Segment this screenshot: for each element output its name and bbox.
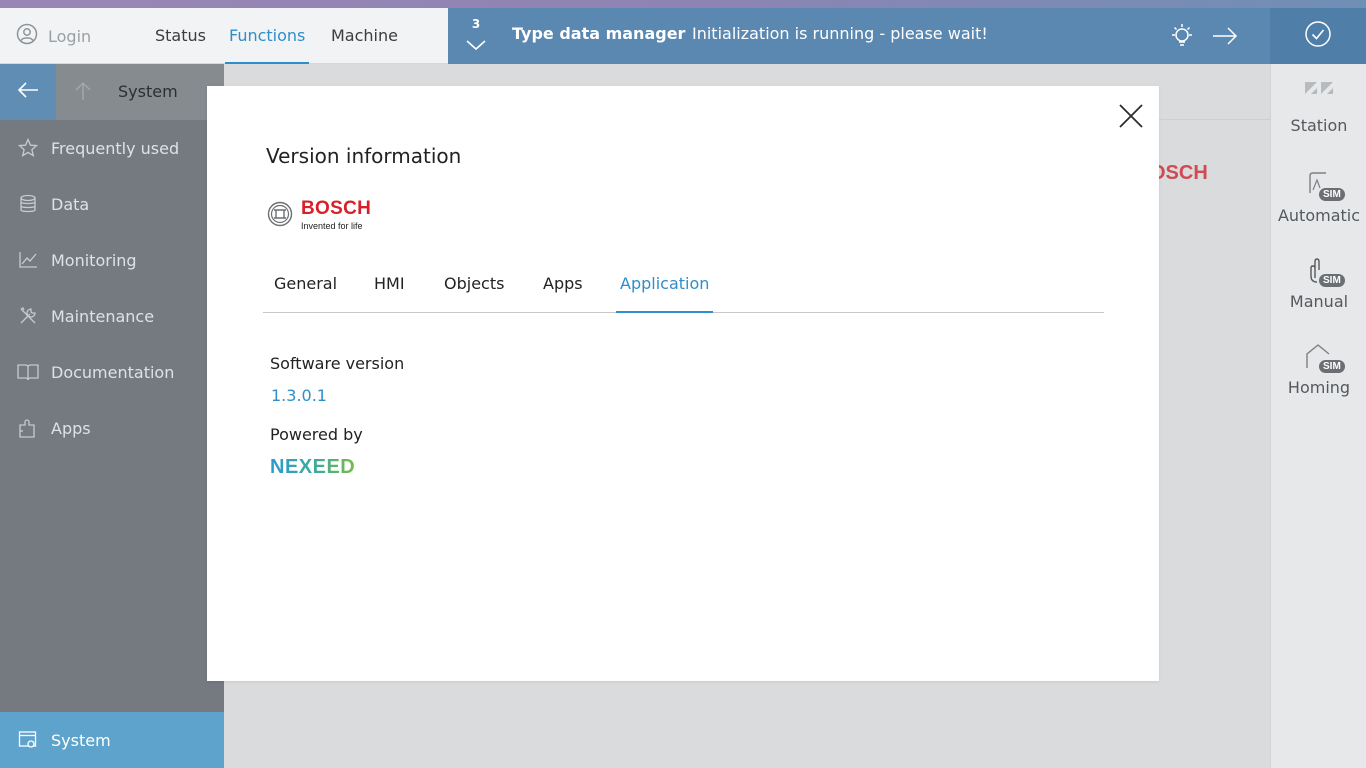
dialog-tabs: General HMI Objects Apps Application bbox=[263, 266, 1104, 313]
notification-title: Type data manager bbox=[512, 24, 686, 43]
close-icon bbox=[1117, 104, 1145, 134]
arrow-left-icon bbox=[16, 80, 40, 104]
star-icon bbox=[0, 138, 51, 158]
breadcrumb: System bbox=[56, 64, 224, 120]
station-icon bbox=[1271, 80, 1366, 116]
tab-apps[interactable]: Apps bbox=[539, 266, 587, 313]
tab-general[interactable]: General bbox=[270, 266, 341, 313]
chevron-down-icon[interactable] bbox=[465, 36, 487, 55]
mode-label: Manual bbox=[1289, 292, 1349, 311]
arrow-right-icon[interactable] bbox=[1210, 23, 1240, 53]
bosch-logo: BOSCH Invented for life bbox=[267, 198, 372, 231]
logo-tagline: Invented for life bbox=[301, 221, 363, 231]
mode-manual[interactable]: SIM Manual bbox=[1271, 256, 1366, 311]
mode-panel: Station SIM Automatic SIM Manual SIM Hom… bbox=[1270, 64, 1366, 768]
check-circle-icon bbox=[1304, 20, 1332, 52]
mode-label: Station bbox=[1290, 116, 1348, 135]
close-button[interactable] bbox=[1117, 102, 1145, 130]
login-button[interactable]: Login bbox=[16, 23, 92, 49]
notification-message: Initialization is running - please wait! bbox=[692, 24, 988, 43]
top-nav: Login Status Functions Machine bbox=[0, 8, 448, 64]
back-button[interactable] bbox=[0, 64, 56, 120]
sim-badge: SIM bbox=[1319, 188, 1345, 201]
tab-machine[interactable]: Machine bbox=[327, 8, 402, 64]
chart-icon bbox=[0, 251, 51, 269]
sidebar-item-apps[interactable]: Apps bbox=[0, 400, 224, 456]
sidebar-item-label: Data bbox=[51, 194, 90, 214]
tab-objects[interactable]: Objects bbox=[440, 266, 508, 313]
top-bar: Login Status Functions Machine 3 Type da… bbox=[0, 8, 1366, 64]
mode-automatic[interactable]: SIM Automatic bbox=[1271, 170, 1366, 225]
sidebar-item-documentation[interactable]: Documentation bbox=[0, 344, 224, 400]
book-icon bbox=[0, 363, 51, 381]
sidebar-item-label: Maintenance bbox=[51, 306, 155, 326]
sidebar: System Frequently used Data Monitoring M… bbox=[0, 64, 224, 768]
sidebar-item-data[interactable]: Data bbox=[0, 176, 224, 232]
tab-status[interactable]: Status bbox=[151, 8, 210, 64]
tools-icon bbox=[0, 306, 51, 326]
mode-label: Automatic bbox=[1277, 206, 1361, 225]
user-icon bbox=[16, 23, 38, 49]
sidebar-item-maintenance[interactable]: Maintenance bbox=[0, 288, 224, 344]
database-icon bbox=[0, 194, 51, 214]
puzzle-icon bbox=[0, 417, 51, 439]
sidebar-item-label: Documentation bbox=[51, 362, 175, 382]
powered-by-label: Powered by bbox=[270, 425, 363, 444]
logo-wordmark: BOSCH bbox=[301, 198, 372, 219]
version-info-dialog: Version information BOSCH Invented for l… bbox=[207, 86, 1159, 681]
sim-badge: SIM bbox=[1319, 360, 1345, 373]
nexeed-logo: NEXEED bbox=[270, 456, 356, 478]
tab-hmi[interactable]: HMI bbox=[370, 266, 409, 313]
home-icon: SIM bbox=[1271, 342, 1366, 378]
arrow-up-icon[interactable] bbox=[72, 80, 94, 106]
notification-bar[interactable]: 3 Type data manager Initialization is ru… bbox=[448, 8, 1270, 64]
sidebar-item-frequently-used[interactable]: Frequently used bbox=[0, 120, 224, 176]
sim-badge: SIM bbox=[1319, 274, 1345, 287]
lightbulb-icon[interactable] bbox=[1168, 22, 1196, 54]
tab-functions[interactable]: Functions bbox=[225, 8, 310, 64]
login-label: Login bbox=[48, 26, 92, 46]
mode-station[interactable]: Station bbox=[1271, 80, 1366, 135]
sidebar-item-label: Frequently used bbox=[51, 138, 180, 158]
dialog-title: Version information bbox=[266, 144, 462, 168]
top-accent-stripe bbox=[0, 0, 1366, 8]
mode-label: Homing bbox=[1287, 378, 1351, 397]
sidebar-item-label: System bbox=[51, 730, 111, 750]
software-version-label: Software version bbox=[270, 354, 405, 373]
sidebar-item-monitoring[interactable]: Monitoring bbox=[0, 232, 224, 288]
sidebar-item-label: Apps bbox=[51, 418, 91, 438]
automatic-icon: SIM bbox=[1271, 170, 1366, 206]
bosch-armature-icon bbox=[267, 201, 293, 231]
sidebar-item-label: Monitoring bbox=[51, 250, 137, 270]
mode-homing[interactable]: SIM Homing bbox=[1271, 342, 1366, 397]
breadcrumb-label: System bbox=[118, 82, 178, 101]
tab-application[interactable]: Application bbox=[616, 266, 714, 313]
system-settings-icon bbox=[0, 730, 51, 750]
hand-icon: SIM bbox=[1271, 256, 1366, 292]
software-version-value: 1.3.0.1 bbox=[271, 386, 327, 405]
confirm-button[interactable] bbox=[1270, 8, 1366, 64]
notification-count: 3 bbox=[471, 17, 481, 31]
sidebar-item-system[interactable]: System bbox=[0, 712, 224, 768]
